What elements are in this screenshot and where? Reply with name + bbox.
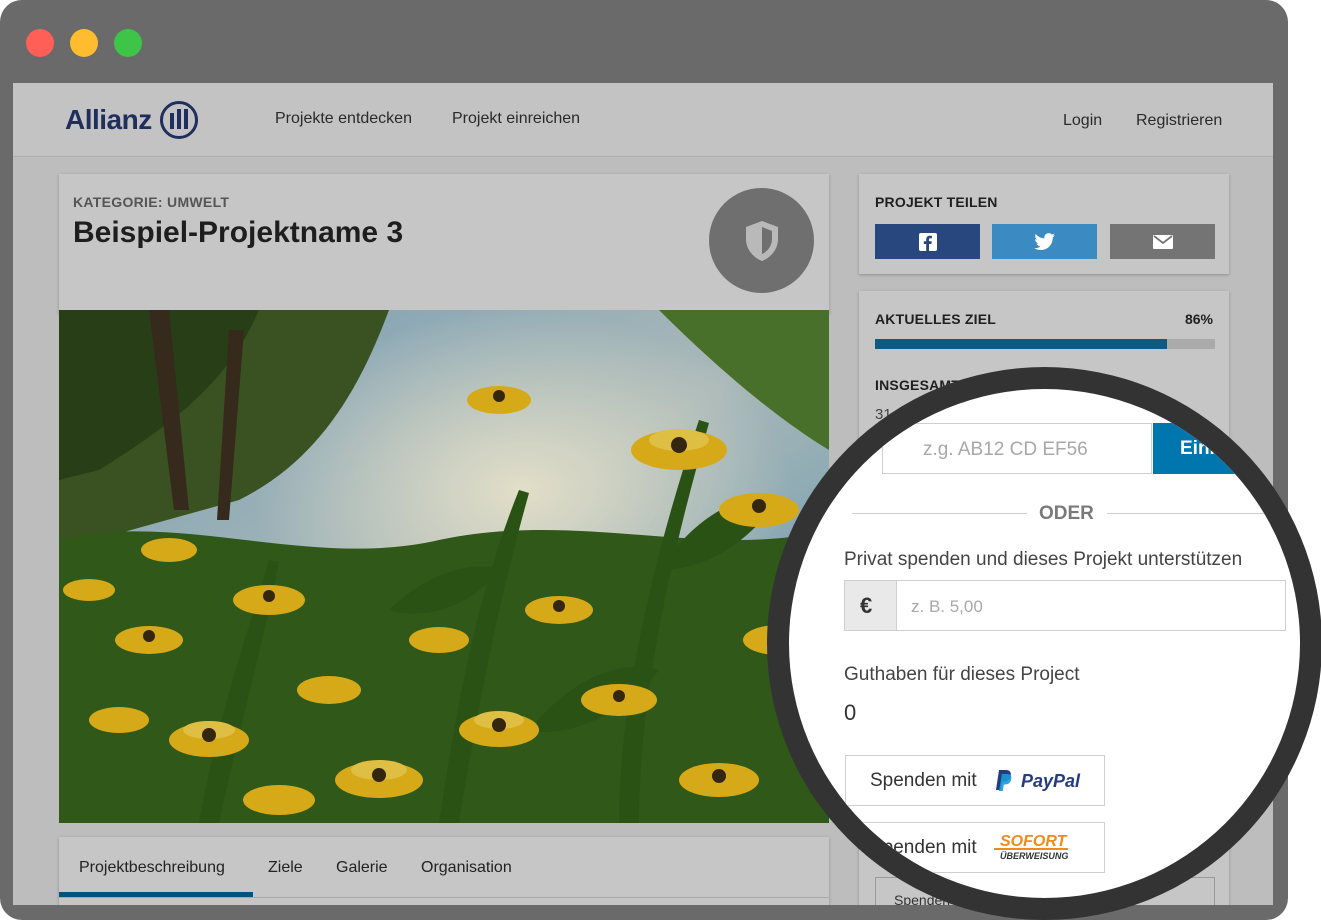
sofort-logo-swoosh (994, 848, 1068, 850)
sofort-donate-label: Spenden mit (870, 837, 977, 858)
share-twitter-button[interactable] (992, 224, 1097, 259)
share-mail-button[interactable] (1110, 224, 1215, 259)
allianz-mark-icon (159, 101, 198, 139)
tab-projektbeschreibung[interactable]: Projektbeschreibung (79, 859, 225, 877)
brand-name: Allianz (65, 104, 152, 135)
nav-link-discover[interactable]: Projekte entdecken (275, 110, 412, 128)
paypal-logo-text: PayPal (1021, 771, 1081, 791)
register-link[interactable]: Registrieren (1136, 112, 1222, 130)
nav-link-submit[interactable]: Projekt einreichen (452, 110, 580, 128)
separator-line-left (852, 513, 1027, 514)
share-facebook-button[interactable] (875, 224, 980, 259)
tabs-divider (59, 897, 829, 898)
flower-field-image (59, 310, 829, 823)
login-link[interactable]: Login (1063, 112, 1102, 130)
voucher-code-input[interactable]: z.g. AB12 CD EF56 (882, 423, 1152, 474)
redeem-code-label: Einlösen (1180, 438, 1260, 459)
paypal-donate-label: Spenden mit (870, 770, 977, 791)
goal-heading: AKTUELLES ZIEL (875, 311, 997, 327)
tab-galerie[interactable]: Galerie (336, 859, 388, 877)
donation-amount-placeholder: z. B. 5,00 (911, 597, 983, 616)
goal-percent: 86% (1184, 311, 1213, 327)
twitter-icon (1033, 232, 1055, 250)
donation-amount-input[interactable]: z. B. 5,00 (896, 580, 1286, 631)
balance-label: Guthaben für dieses Project (844, 664, 1080, 685)
redeem-code-button[interactable]: Einlösen (1153, 423, 1283, 474)
brand-logo[interactable]: Allianz (65, 101, 198, 139)
verified-badge (709, 188, 814, 293)
project-tabs: Projektbeschreibung Ziele Galerie Organi… (59, 837, 829, 905)
top-navbar: Allianz Projekte entdecken Projekt einre… (13, 83, 1273, 157)
share-card: PROJEKT TEILEN (859, 174, 1229, 274)
separator-line-right (1107, 513, 1287, 514)
shield-icon (745, 220, 778, 261)
private-donation-label: Privat spenden und dieses Projekt unters… (844, 549, 1243, 570)
project-photo (59, 310, 829, 823)
project-category: KATEGORIE: UMWELT (73, 194, 230, 210)
paypal-donate-button[interactable]: Spenden mit PayPal (845, 755, 1105, 806)
euro-icon: € (860, 593, 873, 618)
paypal-icon (996, 770, 1012, 791)
project-header-card: KATEGORIE: UMWELT Beispiel-Projektname 3 (59, 174, 829, 314)
magnified-view: z.g. AB12 CD EF56 Einlösen ODER Privat s… (789, 389, 1300, 898)
tab-organisation[interactable]: Organisation (421, 859, 512, 877)
share-heading: PROJEKT TEILEN (875, 194, 998, 210)
balance-value: 0 (844, 700, 857, 725)
mail-icon (1152, 234, 1173, 249)
tab-ziele[interactable]: Ziele (268, 859, 303, 877)
maximize-window-button[interactable] (114, 29, 142, 57)
close-window-button[interactable] (26, 29, 54, 57)
project-title: Beispiel-Projektname 3 (73, 216, 404, 249)
or-separator: ODER (1039, 503, 1094, 524)
goal-progress-fill (875, 339, 1168, 349)
minimize-window-button[interactable] (70, 29, 98, 57)
sofort-logo: SOFORT ÜBERWEISUNG (994, 833, 1074, 863)
goal-progress-bar (875, 339, 1215, 349)
facebook-icon (918, 232, 937, 251)
sofort-logo-subtext: ÜBERWEISUNG (1000, 851, 1069, 861)
voucher-code-placeholder: z.g. AB12 CD EF56 (923, 439, 1088, 460)
magnifier-lens: z.g. AB12 CD EF56 Einlösen ODER Privat s… (767, 367, 1321, 920)
currency-addon: € (844, 580, 897, 631)
sofort-donate-button[interactable]: Spenden mit SOFORT ÜBERWEISUNG (845, 822, 1105, 873)
